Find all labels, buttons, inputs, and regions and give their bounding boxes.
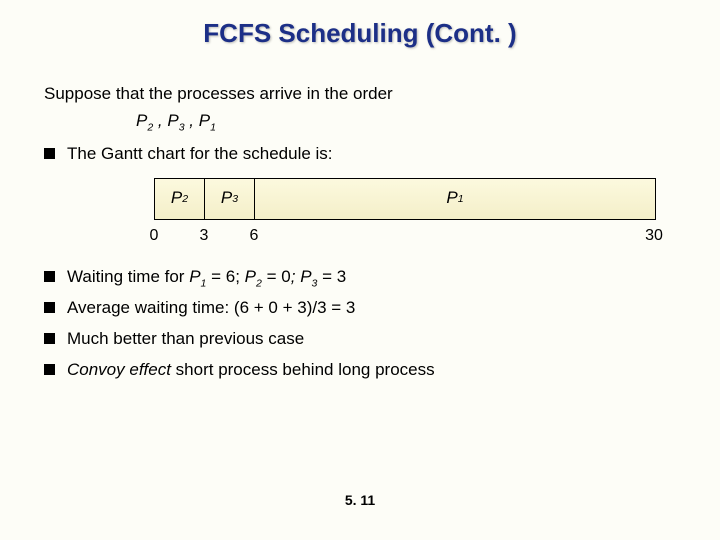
gantt-bar: P2P3P1 [154, 178, 656, 220]
process-order: P2 , P3 , P1 [136, 110, 676, 133]
bullet-average: Average waiting time: (6 + 0 + 3)/3 = 3 [44, 297, 676, 320]
bullet-gantt-intro: The Gantt chart for the schedule is: [44, 143, 676, 166]
gantt-segment: P1 [255, 179, 655, 219]
bullet-icon [44, 271, 55, 282]
bullet-better: Much better than previous case [44, 328, 676, 351]
bullet-text: Waiting time for P1 = 6; P2 = 0; P3 = 3 [67, 266, 676, 289]
suppose-text: Suppose that the processes arrive in the… [44, 83, 676, 106]
bullet-waiting-times: Waiting time for P1 = 6; P2 = 0; P3 = 3 [44, 266, 676, 289]
bullet-icon [44, 364, 55, 375]
bullet-convoy: Convoy effect short process behind long … [44, 359, 676, 382]
bullet-text: Average waiting time: (6 + 0 + 3)/3 = 3 [67, 297, 676, 320]
bullet-text: Much better than previous case [67, 328, 676, 351]
gantt-tick: 3 [200, 225, 209, 247]
bullet-icon [44, 302, 55, 313]
gantt-chart: P2P3P1 0 3 6 30 [44, 178, 676, 258]
body: Suppose that the processes arrive in the… [44, 83, 676, 382]
bullet-text: Convoy effect short process behind long … [67, 359, 676, 382]
gantt-tick: 0 [150, 225, 159, 247]
gantt-tick: 30 [645, 225, 663, 247]
bullet-icon [44, 148, 55, 159]
gantt-segment: P2 [155, 179, 205, 219]
gantt-tick: 6 [250, 225, 259, 247]
gantt-segment: P3 [205, 179, 255, 219]
slide: FCFS Scheduling (Cont. ) Suppose that th… [0, 0, 720, 540]
page-title: FCFS Scheduling (Cont. ) [44, 18, 676, 49]
page-number: 5. 11 [0, 492, 720, 508]
bullet-text: The Gantt chart for the schedule is: [67, 143, 676, 166]
bullet-icon [44, 333, 55, 344]
